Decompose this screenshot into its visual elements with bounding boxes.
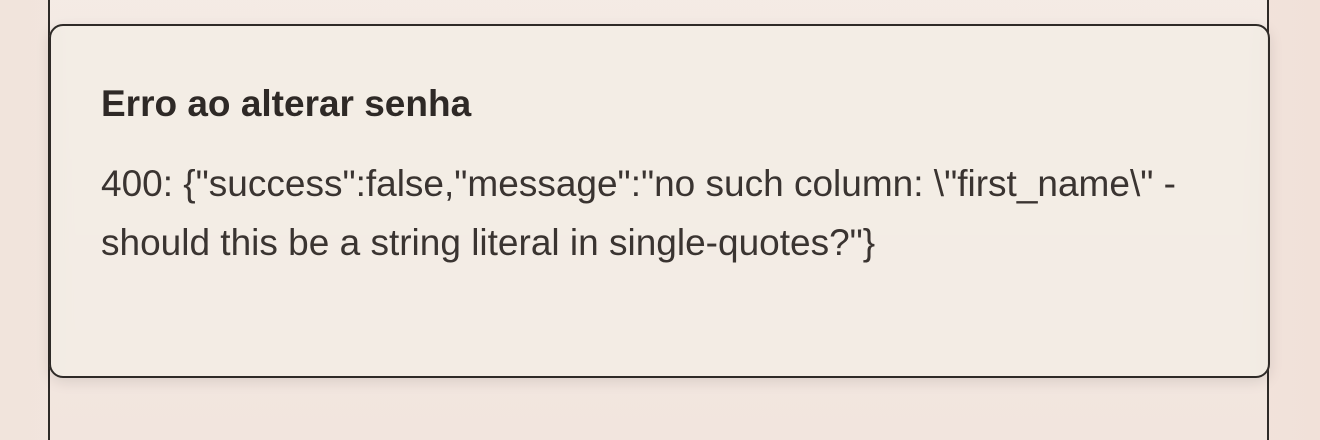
error-toast[interactable]: Erro ao alterar senha 400: {"success":fa…	[49, 24, 1270, 378]
toast-title: Erro ao alterar senha	[101, 83, 472, 124]
toast-message: 400: {"success":false,"message":"no such…	[101, 163, 1176, 263]
